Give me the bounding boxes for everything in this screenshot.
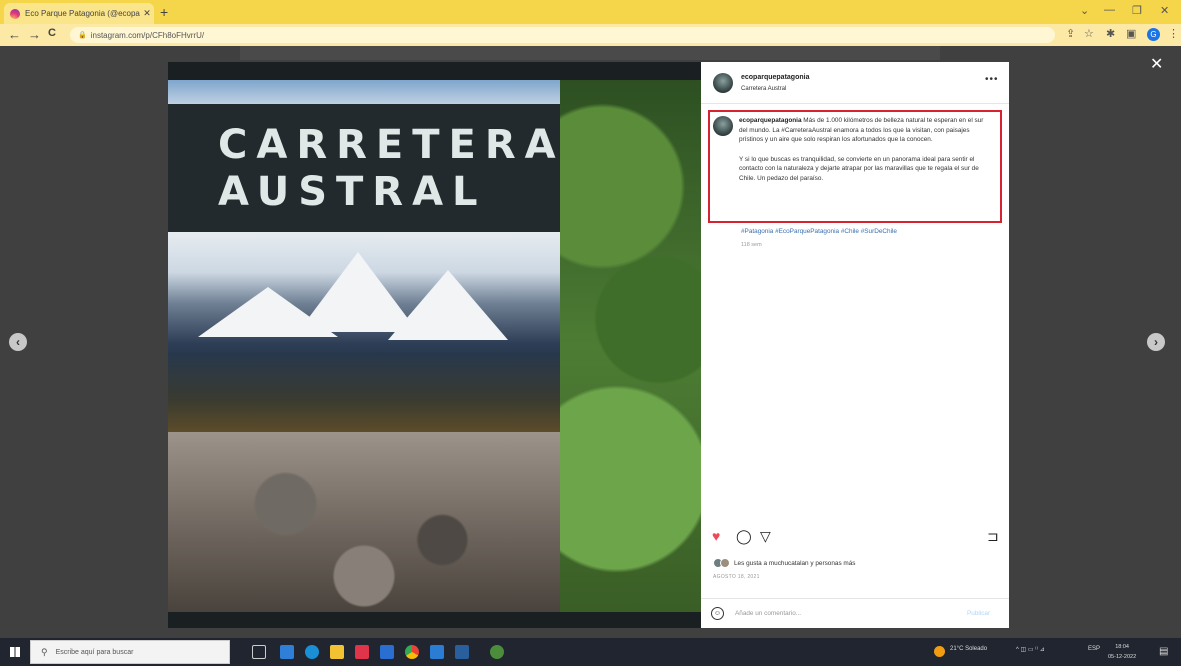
post-side-panel: ecoparquepatagonia Carretera Austral •••… [701,62,1009,628]
prev-post-button[interactable]: ‹ [9,333,27,351]
mountain-peak [388,270,508,340]
hashtags[interactable]: #Patagonia #EcoParquePatagonia #Chile #S… [741,228,897,235]
bookmark-star-icon[interactable]: ☆ [1084,27,1094,40]
save-bookmark-icon[interactable]: ⊐ [987,528,999,545]
instagram-icon [10,8,20,19]
chrome-icon[interactable] [405,645,419,659]
likes-summary[interactable]: Les gusta a muchucatalan y personas más [713,558,856,568]
restore-button[interactable]: ❐ [1132,4,1142,17]
tab-title: Eco Parque Patagonia (@ecopa [25,9,140,18]
caption-avatar[interactable] [713,116,733,136]
browser-toolbar: ← → C 🔒 instagram.com/p/CFh8oFHvrrU/ ⇪ ☆… [0,24,1181,46]
post-username[interactable]: ecoparquepatagonia [741,74,809,81]
gravel-road-photo [168,432,560,612]
more-options-icon[interactable]: ••• [985,74,999,85]
post-caption: ecoparquepatagonia Más de 1.000 kilómetr… [739,116,991,184]
likes-text: Les gusta a muchucatalan y personas más [734,559,856,567]
clock[interactable]: 18:04 05-12-2022 [1108,642,1136,662]
hills-photo [168,352,560,432]
post-date: AGOSTO 18, 2021 [713,574,760,580]
publish-button[interactable]: Publicar [967,610,990,617]
windows-taskbar: ⚲ Escribe aquí para buscar 21°C Soleado … [0,638,1181,666]
weather-sun-icon [934,646,945,657]
emoji-icon[interactable]: ☺ [711,607,724,620]
profile-avatar[interactable]: G [1147,28,1160,41]
word-icon[interactable] [455,645,469,659]
clock-date: 05-12-2022 [1108,654,1137,660]
share-paper-plane-icon[interactable]: ▽ [760,528,771,545]
lock-icon: 🔒 [78,32,87,39]
title-line-2: AUSTRAL [218,169,487,215]
mountain-peak [198,287,338,337]
liker-avatar [720,558,730,568]
post-image[interactable]: CARRETERA AUSTRAL [168,62,701,628]
weather-text[interactable]: 21°C Soleado [950,646,987,652]
widgets-icon[interactable] [280,645,294,659]
caption-time: 118 sem [741,242,762,248]
word-icon[interactable] [430,645,444,659]
forest-photo [560,80,701,612]
extensions-icon[interactable]: ✱ [1106,27,1115,40]
task-view-icon[interactable] [252,645,266,659]
search-icon: ⚲ [41,646,48,657]
mail-icon[interactable] [380,645,394,659]
app-icon[interactable] [490,645,504,659]
clock-time: 18:04 [1115,644,1129,650]
new-tab-button[interactable]: + [160,4,168,20]
browser-tab-strip: Eco Parque Patagonia (@ecopa ✕ + ⌄ — ❐ ✕ [0,0,1181,24]
taskbar-search-placeholder: Escribe aquí para buscar [55,648,134,656]
post-actions: ♥ ◯ ▽ ⊐ [701,528,1009,550]
store-icon[interactable] [355,645,369,659]
comment-icon[interactable]: ◯ [736,528,752,545]
address-bar[interactable]: 🔒 instagram.com/p/CFh8oFHvrrU/ [70,27,1055,43]
caption-username[interactable]: ecoparquepatagonia [739,117,802,124]
post-location[interactable]: Carretera Austral [741,86,786,92]
edge-icon[interactable] [305,645,319,659]
reload-button[interactable]: C [48,27,56,39]
title-line-1: CARRETERA [218,122,565,168]
background-page-strip [240,46,940,60]
comment-input[interactable]: Añade un comentario... [735,610,801,617]
menu-icon[interactable]: ⋮ [1168,27,1179,40]
caption-paragraph-2: Y si lo que buscas es tranquilidad, se c… [739,155,979,182]
post-image-title: CARRETERA AUSTRAL [218,122,565,216]
tray-status-icons[interactable]: ^ ◫ ▭ ⁽⁾ ⊿ [1016,646,1045,653]
windows-start-icon[interactable] [10,647,20,657]
post-header: ecoparquepatagonia Carretera Austral ••• [701,62,1009,104]
close-modal-icon[interactable]: ✕ [1150,54,1163,74]
tab-search-icon[interactable]: ⌄ [1080,4,1089,17]
next-post-button[interactable]: › [1147,333,1165,351]
comment-bar: ☺ Añade un comentario... Publicar [701,598,1009,628]
url-text: instagram.com/p/CFh8oFHvrrU/ [90,30,205,40]
tab-close-icon[interactable]: ✕ [140,8,154,19]
forward-button[interactable]: → [28,27,41,42]
back-button[interactable]: ← [8,27,21,42]
share-icon[interactable]: ⇪ [1066,27,1075,40]
close-window-button[interactable]: ✕ [1160,4,1169,17]
file-explorer-icon[interactable] [330,645,344,659]
side-panel-icon[interactable]: ▣ [1126,27,1136,40]
browser-tab[interactable]: Eco Parque Patagonia (@ecopa ✕ [4,3,154,24]
notifications-icon[interactable]: ▤ [1159,646,1168,657]
language-indicator[interactable]: ESP [1088,646,1100,652]
like-heart-icon[interactable]: ♥ [712,528,720,544]
minimize-button[interactable]: — [1104,4,1115,16]
avatar[interactable] [713,73,733,93]
taskbar-search-input[interactable]: ⚲ Escribe aquí para buscar [30,640,230,664]
